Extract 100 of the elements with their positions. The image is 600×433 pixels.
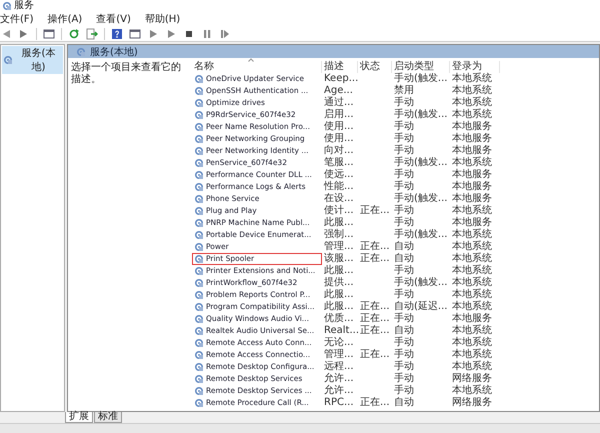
refresh-icon[interactable]: [68, 28, 80, 40]
table-cell-text: 网络服务: [451, 373, 493, 384]
table-cell-text: 本地服务: [451, 169, 493, 180]
table-cell-text: 本地系统: [451, 109, 493, 120]
panel-title: 服务(本地): [90, 46, 138, 58]
table-cell-text: 正在...: [359, 205, 391, 217]
table-cell-text: 通过...: [323, 97, 355, 108]
table-cell-text: 本地系统: [451, 349, 493, 360]
table-cell-text: 本地系统: [451, 205, 493, 216]
table-cell-text: 提供...: [323, 277, 355, 288]
table-cell-text: 手动(触发...: [393, 73, 448, 84]
menu-item[interactable]: 帮助(H): [144, 12, 180, 26]
table-cell-text: 向对...: [323, 145, 355, 157]
table-cell-text: Realt...: [323, 325, 358, 337]
table-cell-text: 本地系统: [451, 265, 493, 276]
pause-icon[interactable]: [201, 28, 213, 40]
table-cell-text: 使用...: [323, 133, 355, 144]
table-cell-text: 管理...: [323, 241, 355, 252]
export-icon[interactable]: [86, 28, 98, 40]
table-cell-text: 本地服务: [451, 121, 493, 132]
table-cell-text: 正在...: [359, 253, 391, 265]
table-cell-text: 本地系统: [451, 229, 493, 240]
table-cell-text: 启用...: [323, 109, 355, 121]
table-cell-text: 此服...: [323, 265, 355, 277]
column-header[interactable]: 状态: [358, 61, 392, 73]
table-cell-text: 允许...: [323, 373, 355, 384]
table-cell-text: 强制...: [323, 229, 355, 241]
table-cell-text: 手动: [393, 97, 415, 108]
column-header[interactable]: 名称: [192, 61, 322, 73]
table-cell-text: 本地系统: [451, 157, 493, 168]
table-cell-text: 使计...: [323, 205, 355, 216]
table-cell-text: 自动: [393, 241, 415, 253]
table-cell-text: 笔服...: [323, 157, 355, 169]
table-cell-text: 自动: [393, 325, 415, 336]
window-title: 服务: [14, 0, 34, 12]
table-cell-text: 自动(延迟...: [393, 301, 448, 312]
table-cell-text: 本地系统: [451, 337, 493, 348]
table-cell-text: 手动: [393, 385, 415, 397]
table-cell-text: 手动: [393, 205, 415, 216]
table-cell-text: 手动: [393, 217, 415, 228]
table-cell-text: 使用...: [323, 121, 355, 133]
table-cell-text: 使远...: [323, 169, 355, 180]
table-cell-text: 管理...: [323, 349, 355, 361]
tab[interactable]: 扩展: [65, 412, 93, 423]
window-icon[interactable]: [129, 28, 141, 40]
table-cell-text: 正在...: [359, 301, 391, 313]
table-cell-text: 本地系统: [451, 97, 493, 108]
table-cell-text: 此服...: [323, 301, 355, 312]
resume-icon[interactable]: [219, 28, 231, 40]
column-header[interactable]: 描述: [322, 61, 358, 73]
table-cell-text: 本地系统: [451, 385, 493, 397]
table-cell-text: 手动(触发...: [393, 109, 448, 120]
window-icon[interactable]: [43, 28, 55, 40]
table-cell-text: 正在...: [359, 313, 391, 325]
table-cell-text: 本地系统: [451, 253, 493, 264]
column-header[interactable]: 登录为: [450, 61, 500, 73]
tree-item[interactable]: 服务(本地): [2, 46, 63, 74]
table-cell-text: 本地系统: [451, 361, 493, 373]
table-cell-text: 该服...: [323, 253, 355, 264]
table-cell-text: 手动: [393, 289, 415, 301]
table-cell-text: 本地系统: [451, 277, 493, 288]
table-cell-text: 本地服务: [451, 145, 493, 156]
table-cell-text: 本地系统: [451, 73, 493, 84]
table-cell-text: 本地服务: [451, 193, 493, 204]
table-cell-text: 本地系统: [451, 301, 493, 312]
table-cell-text: 本地系统: [451, 241, 493, 252]
menu-item[interactable]: 文件(F): [0, 12, 34, 26]
table-cell-text: 手动: [393, 145, 415, 156]
table-cell-text: 远程...: [323, 361, 355, 372]
table-cell-text: 手动(触发...: [393, 277, 448, 288]
column-header[interactable]: 启动类型: [392, 61, 450, 73]
table-cell-text: 本地服务: [451, 181, 493, 192]
table-cell-text: RPC...: [323, 397, 354, 409]
table-cell-text: Keep...: [323, 73, 358, 85]
table-cell-text: 正在...: [359, 325, 391, 337]
table-cell-text: 手动(触发...: [393, 157, 448, 168]
table-cell-text: 本地系统: [451, 325, 493, 336]
table-cell-text: 手动: [393, 169, 415, 180]
table-cell-text: 手动: [393, 361, 415, 372]
table-cell-text: 此服...: [323, 217, 355, 228]
table-cell-text: 禁用: [393, 85, 415, 96]
table-cell-text: 正在...: [359, 349, 391, 361]
description-text: 选择一个项目来查看它的描述。: [70, 60, 182, 87]
table-cell-text: 性能...: [322, 181, 355, 193]
table-cell-text: 手动: [393, 373, 415, 384]
table-cell-text: 手动: [393, 133, 415, 144]
menu-item[interactable]: 操作(A): [48, 12, 82, 26]
table-cell-text: Age...: [323, 85, 354, 96]
tab[interactable]: 标准: [94, 412, 122, 423]
table-cell-text: 手动: [393, 265, 415, 276]
menu-item[interactable]: 查看(V): [96, 12, 131, 26]
table-cell-text: 优质...: [323, 313, 355, 325]
table-cell-text: 网络服务: [451, 397, 493, 409]
table-cell-text: 在设...: [323, 193, 355, 204]
table-cell-text: 允许...: [323, 385, 355, 397]
table-cell-text: 本地系统: [451, 85, 493, 96]
table-cell-text: 正在...: [359, 397, 391, 409]
table-cell-text: 手动(触发...: [393, 193, 448, 204]
table-cell-text: 本地服务: [451, 133, 493, 144]
help-icon[interactable]: [111, 28, 123, 40]
